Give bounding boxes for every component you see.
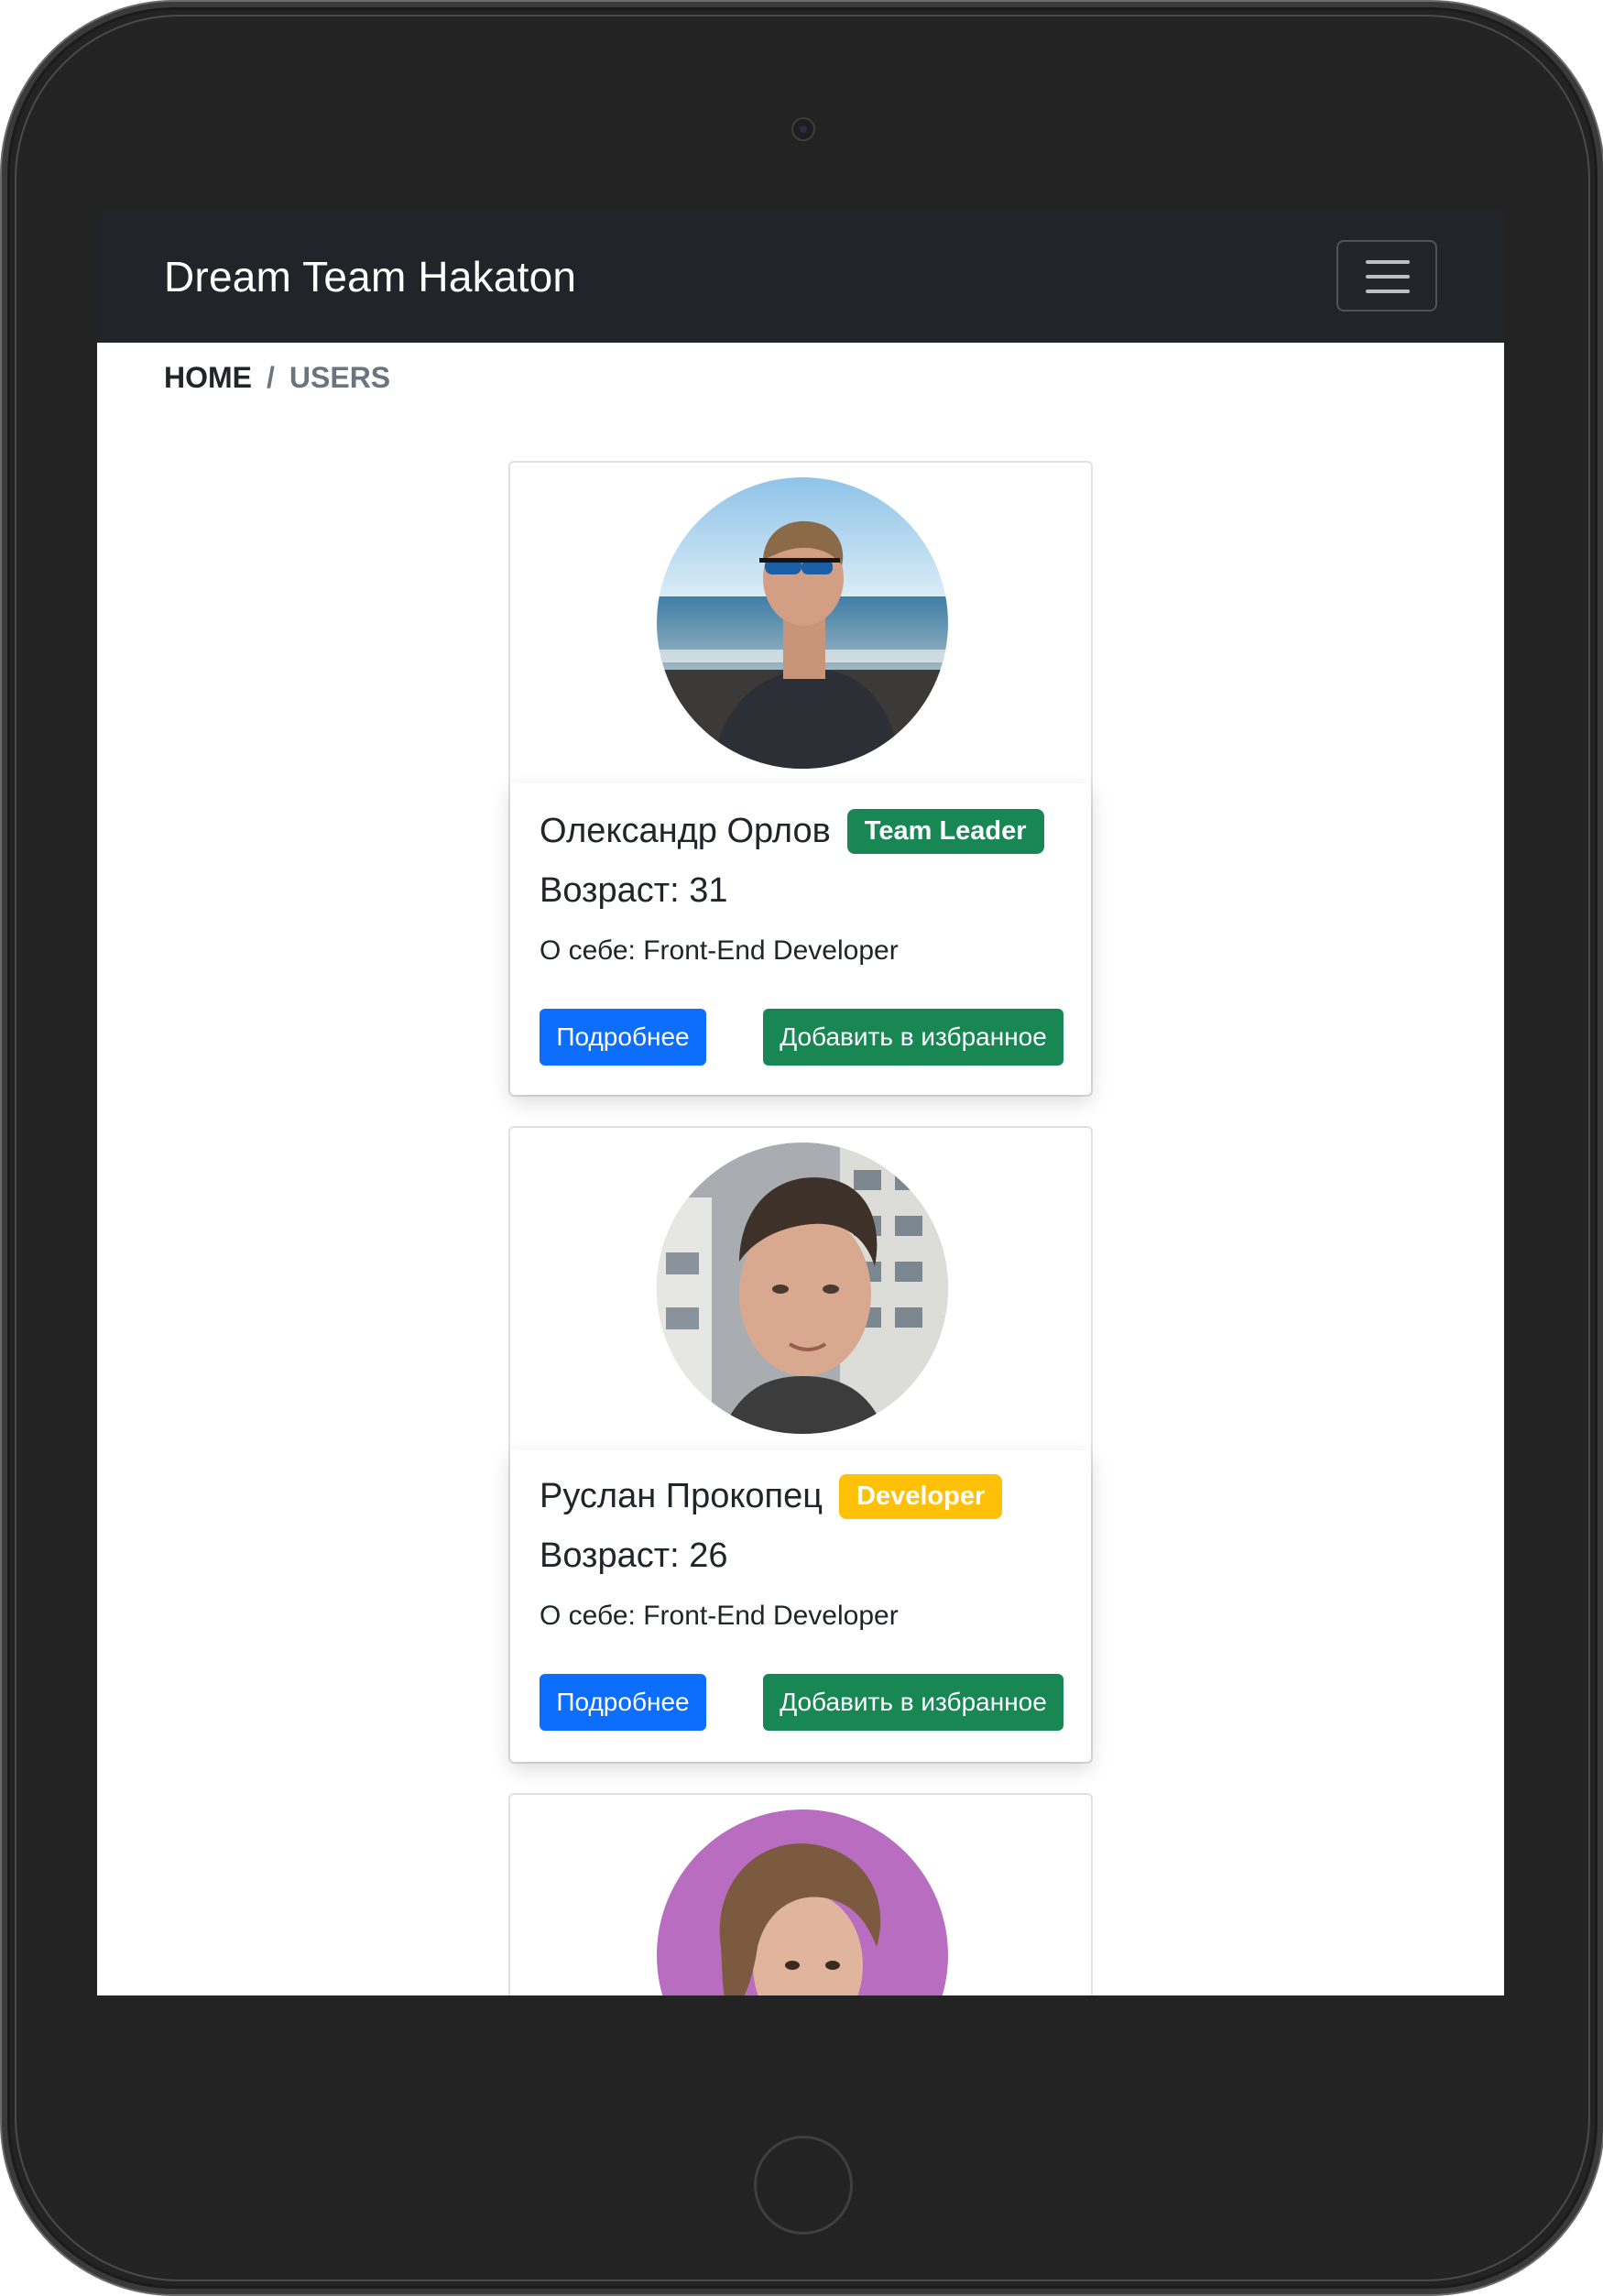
user-card: Руслан Прокопец Developer Возраст: 26 О … xyxy=(508,1126,1093,1764)
breadcrumb-home-link[interactable]: HOME xyxy=(164,361,252,394)
user-name: Олександр Орлов xyxy=(540,811,831,850)
details-button[interactable]: Подробнее xyxy=(540,1674,706,1731)
home-button[interactable] xyxy=(754,2136,853,2235)
user-card xyxy=(508,1793,1093,1995)
user-avatar xyxy=(657,477,948,769)
screen: Dream Team Hakaton HOME / USERS Олександ… xyxy=(97,211,1504,1995)
user-about: О себе: Front-End Developer xyxy=(540,1601,899,1631)
user-name: Руслан Прокопец xyxy=(540,1476,823,1515)
user-card: Олександр Орлов Team Leader Возраст: 31 … xyxy=(508,461,1093,1097)
tablet-frame: Dream Team Hakaton HOME / USERS Олександ… xyxy=(0,0,1603,2296)
role-badge: Team Leader xyxy=(846,808,1044,854)
user-age: Возраст: 26 xyxy=(540,1536,728,1575)
user-avatar xyxy=(657,1143,948,1434)
add-to-favorites-button[interactable]: Добавить в избранное xyxy=(763,1674,1063,1731)
user-avatar xyxy=(657,1809,948,1995)
role-badge: Developer xyxy=(839,1473,1003,1519)
hamburger-icon xyxy=(1366,275,1410,279)
add-to-favorites-button[interactable]: Добавить в избранное xyxy=(763,1009,1063,1066)
breadcrumb: HOME / USERS xyxy=(164,357,390,398)
user-about: О себе: Front-End Developer xyxy=(540,935,899,966)
navbar: Dream Team Hakaton xyxy=(97,211,1504,343)
menu-toggle-button[interactable] xyxy=(1336,240,1437,312)
camera-icon xyxy=(791,117,815,141)
details-button[interactable]: Подробнее xyxy=(540,1009,706,1066)
navbar-brand[interactable]: Dream Team Hakaton xyxy=(164,211,576,343)
user-name-row: Руслан Прокопец Developer xyxy=(540,1471,1003,1522)
hamburger-icon xyxy=(1366,290,1410,293)
hamburger-icon xyxy=(1366,260,1410,264)
user-age: Возраст: 31 xyxy=(540,871,728,910)
breadcrumb-current: USERS xyxy=(289,361,391,394)
breadcrumb-separator: / xyxy=(267,361,275,394)
user-name-row: Олександр Орлов Team Leader xyxy=(540,805,1044,857)
